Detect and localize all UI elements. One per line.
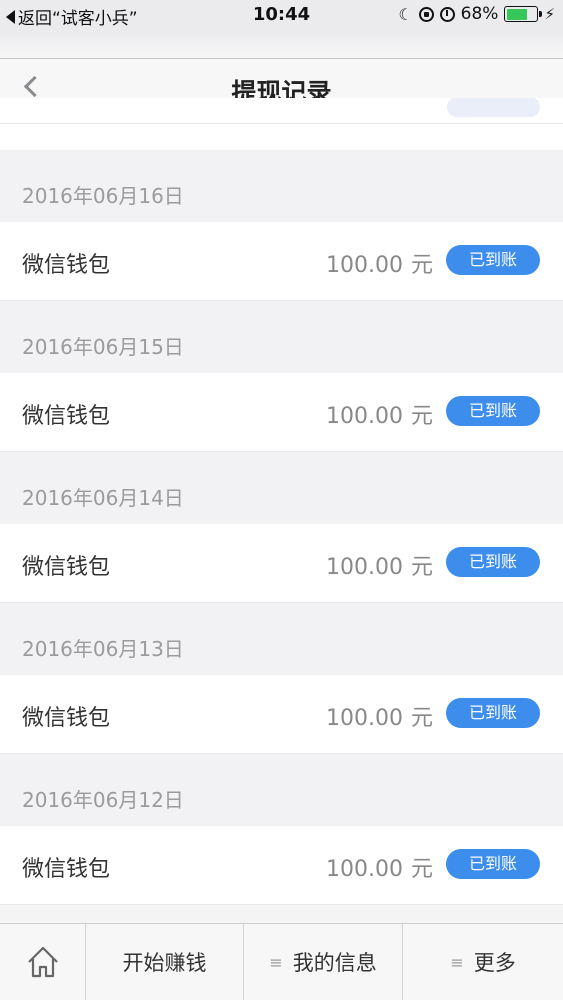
record-amount-group: 100.00 元 [326, 398, 433, 430]
status-indicators: ☾ 68% ⚡ [398, 4, 555, 24]
do-not-disturb-icon: ☾ [398, 4, 413, 24]
record-amount: 100.00 [326, 404, 403, 429]
rotation-lock-icon [418, 6, 434, 22]
record-date: 2016年06月14日 [0, 452, 563, 524]
status-badge: 已到账 [446, 849, 540, 879]
record-method: 微信钱包 [22, 555, 111, 580]
record-currency-unit: 元 [410, 857, 433, 882]
tab-more-label: 更多 [473, 951, 516, 975]
withdrawal-records-screen: 返回“试客小兵” 10:44 ☾ 68% ⚡ 提现记录 2016年06月16日微… [0, 0, 563, 1000]
battery-level [506, 8, 527, 20]
charging-icon: ⚡ [544, 5, 555, 23]
tab-my-info[interactable]: ≡ 我的信息 [243, 924, 402, 1000]
back-triangle-icon [6, 9, 15, 24]
bottom-tab-bar: 开始赚钱 ≡ 我的信息 ≡ 更多 [0, 923, 563, 1000]
scrolled-row-pill [447, 98, 540, 117]
status-bar: 返回“试客小兵” 10:44 ☾ 68% ⚡ [0, 0, 563, 30]
tab-start-earning[interactable]: 开始赚钱 [85, 924, 243, 1000]
tab-home[interactable] [0, 924, 85, 1000]
back-to-app[interactable]: 返回“试客小兵” [6, 4, 138, 29]
battery-icon [504, 6, 543, 22]
record-currency-unit: 元 [410, 253, 433, 278]
menu-icon: ≡ [269, 952, 283, 972]
home-icon [27, 946, 58, 978]
back-to-app-label: 返回“试客小兵” [18, 9, 138, 29]
tab-more[interactable]: ≡ 更多 [402, 924, 563, 1000]
tab-my-info-label: 我的信息 [292, 951, 377, 975]
record-date: 2016年06月12日 [0, 754, 563, 826]
record-currency-unit: 元 [410, 555, 433, 580]
record-date: 2016年06月16日 [0, 150, 563, 222]
status-badge: 已到账 [446, 396, 540, 426]
record-row[interactable]: 微信钱包 100.00 元已到账 [0, 826, 563, 905]
tab-start-earning-label: 开始赚钱 [122, 951, 207, 975]
record-method: 微信钱包 [22, 857, 111, 882]
record-amount-group: 100.00 元 [326, 549, 433, 581]
status-badge: 已到账 [446, 245, 540, 275]
record-amount-group: 100.00 元 [326, 700, 433, 732]
record-amount-group: 100.00 元 [326, 247, 433, 279]
record-method: 微信钱包 [22, 404, 111, 429]
status-badge: 已到账 [446, 698, 540, 728]
record-row[interactable]: 微信钱包 100.00 元已到账 [0, 524, 563, 603]
status-badge: 已到账 [446, 547, 540, 577]
record-method: 微信钱包 [22, 706, 111, 731]
record-amount: 100.00 [326, 253, 403, 278]
record-currency-unit: 元 [410, 404, 433, 429]
record-date: 2016年06月13日 [0, 603, 563, 675]
records-container: 2016年06月16日 微信钱包 100.00 元已到账 2016年06月15日 微信钱包… [0, 150, 563, 905]
battery-percent: 68% [460, 4, 499, 24]
record-list: 2016年06月16日 微信钱包 100.00 元已到账 2016年06月15日 微信钱包… [0, 123, 563, 923]
record-row[interactable]: 微信钱包 100.00 元已到账 [0, 675, 563, 754]
list-top-spacer [0, 123, 563, 150]
record-row[interactable]: 微信钱包 100.00 元已到账 [0, 222, 563, 301]
record-amount: 100.00 [326, 706, 403, 731]
record-amount-group: 100.00 元 [326, 851, 433, 883]
menu-icon: ≡ [450, 952, 464, 972]
nav-divider [0, 58, 563, 59]
nav-header: 提现记录 [0, 30, 563, 123]
record-amount: 100.00 [326, 555, 403, 580]
record-date: 2016年06月15日 [0, 301, 563, 373]
scrolled-row-remnant [0, 98, 563, 123]
record-currency-unit: 元 [410, 706, 433, 731]
alarm-icon [439, 6, 455, 22]
record-amount: 100.00 [326, 857, 403, 882]
record-method: 微信钱包 [22, 253, 111, 278]
record-row[interactable]: 微信钱包 100.00 元已到账 [0, 373, 563, 452]
